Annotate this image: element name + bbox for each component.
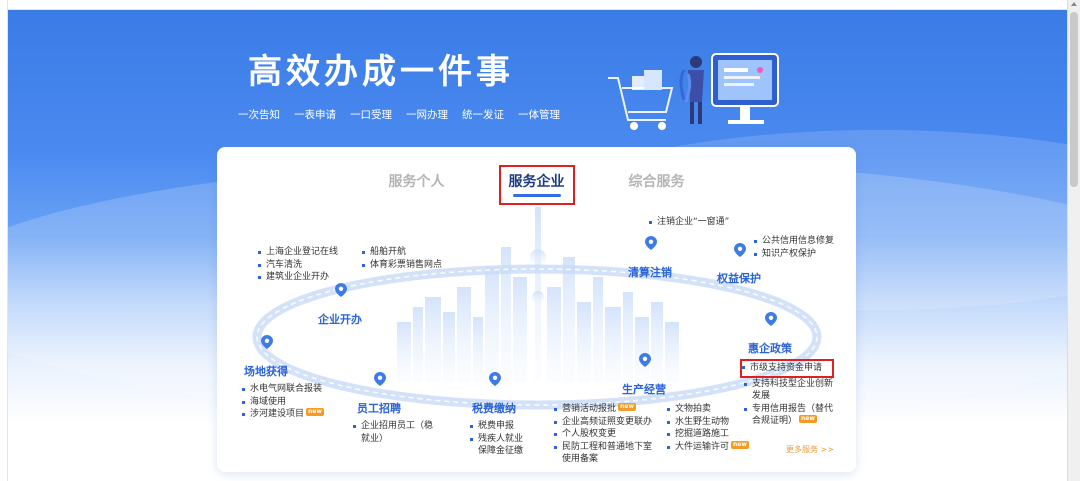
category-label-shuifei[interactable]: 税费缴纳 xyxy=(472,400,516,416)
service-link[interactable]: 营销活动报批 new xyxy=(554,403,654,416)
scroll-up-icon[interactable] xyxy=(1071,2,1077,6)
kaiban-list-2: 船舶开航 体育彩票销售网点 xyxy=(362,246,442,271)
window-left-border xyxy=(0,0,8,481)
service-link-highlighted[interactable]: 市级支持资金申请 xyxy=(740,359,834,378)
tab-active-indicator xyxy=(512,194,561,197)
tab-personal-services[interactable]: 服务个人 xyxy=(379,165,455,205)
service-link-text: 专用信用报告（替代合规证明） xyxy=(752,403,834,427)
service-link[interactable]: 船舶开航 xyxy=(362,246,442,259)
tab-comprehensive-services[interactable]: 综合服务 xyxy=(619,165,695,205)
new-badge: new xyxy=(306,408,324,416)
service-link[interactable]: 挖掘道路施工 xyxy=(667,428,749,441)
location-pin-icon xyxy=(765,312,777,326)
category-label-changdi[interactable]: 场地获得 xyxy=(244,363,288,379)
service-link[interactable]: 水电气网联合报装 xyxy=(242,383,324,396)
service-link[interactable]: 企业招用员工（稳就业） xyxy=(353,420,433,445)
shuifei-list: 税费申报 残疾人就业保障金征缴 xyxy=(470,420,530,458)
kaiban-list-1: 上海企业登记在线 汽车清洗 建筑业企业开办 xyxy=(258,246,338,284)
service-link[interactable]: 文物拍卖 xyxy=(667,403,749,416)
zhaopin-list: 企业招用员工（稳就业） xyxy=(353,420,433,445)
service-link[interactable]: 公共信用信息修复 xyxy=(754,235,834,248)
hero-tag: 一次告知 xyxy=(238,109,280,121)
category-label-shengchan[interactable]: 生产经营 xyxy=(622,381,666,397)
category-label-zhaopin[interactable]: 员工招聘 xyxy=(357,400,401,416)
service-link[interactable]: 水生野生动物 xyxy=(667,416,749,429)
tab-enterprise-services[interactable]: 服务企业 xyxy=(498,165,575,205)
hero-tag: 一体管理 xyxy=(518,109,560,121)
new-badge: new xyxy=(618,403,636,411)
location-pin-icon xyxy=(645,236,657,250)
service-link[interactable]: 企业高频证照变更联办 xyxy=(554,416,654,429)
tab-label: 服务企业 xyxy=(508,174,565,190)
category-label-quanyi[interactable]: 权益保护 xyxy=(717,270,761,286)
shengchan-list-1: 营销活动报批 new 企业高频证照变更联办 个人股权变更 民防工程和普通地下室使用… xyxy=(554,403,654,466)
location-pin-icon xyxy=(489,372,501,386)
service-link[interactable]: 建筑业企业开办 xyxy=(258,271,338,284)
huiqi-list: 市级支持资金申请 支持科技型企业创新发展 专用信用报告（替代合规证明） new xyxy=(740,359,834,428)
hero-tag: 一网办理 xyxy=(406,109,448,121)
location-pin-icon xyxy=(261,335,273,349)
scrollbar-thumb[interactable] xyxy=(1070,12,1078,187)
service-link[interactable]: 民防工程和普通地下室使用备案 xyxy=(554,441,654,466)
category-label-huiqi[interactable]: 惠企政策 xyxy=(748,340,792,356)
hero-tag: 统一发证 xyxy=(462,109,504,121)
hero-tag: 一表申请 xyxy=(294,109,336,121)
quanyi-list: 公共信用信息修复 知识产权保护 xyxy=(754,235,834,260)
service-link[interactable]: 知识产权保护 xyxy=(754,248,834,261)
service-link-text: 大件运输许可 xyxy=(675,441,730,452)
hero-tag: 一口受理 xyxy=(350,109,392,121)
service-link[interactable]: 体育彩票销售网点 xyxy=(362,259,442,272)
service-link-text: 涉河建设项目 xyxy=(250,409,305,419)
qingsuan-list: 注销企业“一窗通” xyxy=(649,216,729,229)
shengchan-list-2: 文物拍卖 水生野生动物 挖掘道路施工 大件运输许可 new xyxy=(667,403,749,453)
more-services-link[interactable]: 更多服务 >> xyxy=(786,444,834,455)
service-tabs: 服务个人 服务企业 综合服务 xyxy=(217,165,856,205)
service-link[interactable]: 注销企业“一窗通” xyxy=(649,216,729,229)
service-link-text: 营销活动报批 xyxy=(562,404,617,414)
service-link[interactable]: 涉河建设项目 new xyxy=(242,408,324,421)
service-link[interactable]: 残疾人就业保障金征缴 xyxy=(470,433,530,458)
category-label-kaiban[interactable]: 企业开办 xyxy=(318,311,362,327)
service-link[interactable]: 上海企业登记在线 xyxy=(258,246,338,259)
service-link[interactable]: 税费申报 xyxy=(470,420,530,433)
service-link[interactable]: 支持科技型企业创新发展 xyxy=(744,378,834,403)
service-link[interactable]: 专用信用报告（替代合规证明） new xyxy=(744,403,834,428)
window-top-border xyxy=(0,0,1080,10)
location-pin-icon xyxy=(374,372,386,386)
new-badge: new xyxy=(799,415,817,423)
location-pin-icon xyxy=(639,353,651,367)
changdi-list: 水电气网联合报装 海域使用 涉河建设项目 new xyxy=(242,383,324,421)
shopping-computer-illustration xyxy=(608,53,779,130)
service-card: 服务个人 服务企业 综合服务 上海企业登记在线 汽车清洗 建筑业企业开办 船舶开… xyxy=(217,147,856,472)
service-link[interactable]: 汽车清洗 xyxy=(258,259,338,272)
new-badge: new xyxy=(731,440,749,449)
hero-tags: 一次告知 一表申请 一口受理 一网办理 统一发证 一体管理 xyxy=(238,107,560,122)
hero-title: 高效办成一件事 xyxy=(248,52,514,92)
service-link[interactable]: 海域使用 xyxy=(242,396,324,409)
service-link[interactable]: 个人股权变更 xyxy=(554,428,654,441)
service-link[interactable]: 大件运输许可 new xyxy=(667,440,749,454)
location-pin-icon xyxy=(734,243,746,257)
category-label-qingsuan[interactable]: 清算注销 xyxy=(628,264,672,280)
vertical-scrollbar[interactable] xyxy=(1067,0,1080,481)
location-pin-icon xyxy=(335,283,347,297)
